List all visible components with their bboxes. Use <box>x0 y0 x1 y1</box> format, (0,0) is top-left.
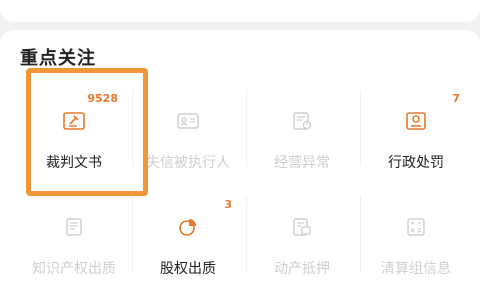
grid-item-liquidation-group[interactable]: 清算组信息 <box>362 186 470 282</box>
item-count: 7 <box>452 92 460 105</box>
grid-item-abnormal-operation[interactable]: 经营异常 <box>248 80 356 176</box>
previous-card <box>0 0 480 22</box>
alert-doc-icon <box>291 112 313 130</box>
divider <box>360 90 361 166</box>
item-label: 失信被执行人 <box>146 155 230 171</box>
divider <box>246 90 247 166</box>
section-title: 重点关注 <box>20 48 96 69</box>
grid-item-ip-pledge[interactable]: 知识产权出质 <box>20 186 128 282</box>
document-icon <box>63 218 85 236</box>
item-count: 3 <box>224 198 232 211</box>
mortgage-doc-icon <box>291 218 313 236</box>
grid-item-chattel-mortgage[interactable]: 动产抵押 <box>248 186 356 282</box>
item-label: 股权出质 <box>160 261 216 277</box>
divider <box>360 196 361 272</box>
highlight-box <box>26 68 148 196</box>
divider <box>132 196 133 272</box>
penalty-badge-icon <box>405 112 427 130</box>
item-label: 动产抵押 <box>274 261 330 277</box>
pie-chart-icon <box>177 218 199 236</box>
grid-item-equity-pledge[interactable]: 3 股权出质 <box>134 186 242 282</box>
item-label: 经营异常 <box>274 155 330 171</box>
id-card-icon <box>177 112 199 130</box>
grid-item-dishonest-executee[interactable]: 失信被执行人 <box>134 80 242 176</box>
grid-item-administrative-penalty[interactable]: 7 行政处罚 <box>362 80 470 176</box>
calc-doc-icon <box>405 218 427 236</box>
item-label: 清算组信息 <box>381 261 451 277</box>
item-label: 行政处罚 <box>388 155 444 171</box>
item-label: 知识产权出质 <box>32 261 116 277</box>
divider <box>246 196 247 272</box>
